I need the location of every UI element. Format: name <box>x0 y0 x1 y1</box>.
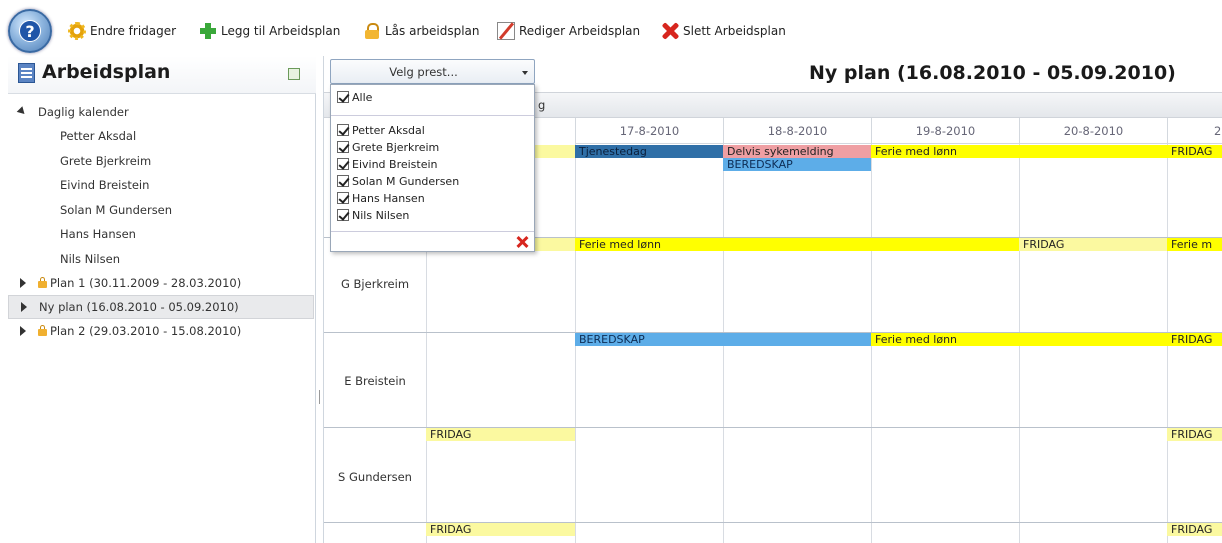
checkbox-priest[interactable]: Petter Aksdal <box>337 122 425 138</box>
event-bar[interactable]: Ferie med lønn <box>575 238 1019 251</box>
collapsed-arrow-icon[interactable] <box>20 278 26 288</box>
tree-label-daily-calendar: Daglig kalender <box>38 105 129 119</box>
checkbox-label: Solan M Gundersen <box>352 174 460 188</box>
delete-workplan-label: Slett Arbeidsplan <box>683 24 786 38</box>
tree-item-plan-1[interactable]: Plan 1 (30.11.2009 - 28.03.2010) <box>8 272 308 294</box>
event-bar[interactable]: Ferie med lønn <box>871 145 1167 158</box>
close-icon[interactable] <box>515 235 529 249</box>
sidebar-header: Arbeidsplan <box>8 56 316 94</box>
event-bar[interactable]: FRIDAG <box>1167 145 1222 158</box>
checkbox[interactable] <box>337 175 349 187</box>
checkbox[interactable] <box>337 192 349 204</box>
checkbox-priest[interactable]: Hans Hansen <box>337 190 425 206</box>
tree-item-person[interactable]: Petter Aksdal <box>60 125 136 147</box>
collapsed-arrow-icon[interactable] <box>21 302 27 312</box>
checkbox-label: Eivind Breistein <box>352 157 438 171</box>
tree-item-person[interactable]: Eivind Breistein <box>60 174 149 196</box>
event-bar[interactable]: Ferie med lønn <box>871 333 1167 346</box>
tree-label-plan-1: Plan 1 (30.11.2009 - 28.03.2010) <box>50 276 242 290</box>
sidebar: Arbeidsplan Daglig kalender Petter Aksda… <box>8 56 316 543</box>
plan-title: Ny plan (16.08.2010 - 05.09.2010) <box>809 62 1176 84</box>
lock-workplan-label: Lås arbeidsplan <box>385 24 480 38</box>
checkbox[interactable] <box>337 141 349 153</box>
checkbox[interactable] <box>337 124 349 136</box>
priest-select-value: Velg prest... <box>389 65 458 79</box>
lock-workplan-button[interactable]: Lås arbeidsplan <box>363 21 480 41</box>
help-button[interactable]: ? <box>8 9 52 53</box>
tree-item-person[interactable]: Grete Bjerkreim <box>60 150 151 172</box>
checkbox-priest[interactable]: Solan M Gundersen <box>337 173 459 189</box>
add-workplan-button[interactable]: Legg til Arbeidsplan <box>199 21 340 41</box>
event-bar[interactable]: FRIDAG <box>1167 333 1222 346</box>
plus-icon <box>199 22 217 40</box>
day-header: 17-8-2010 <box>575 118 723 144</box>
event-bar[interactable]: FRIDAG <box>426 523 575 536</box>
change-days-off-button[interactable]: Endre fridager <box>68 21 176 41</box>
calendar-icon <box>18 63 35 83</box>
band-text: g <box>538 98 546 112</box>
tree-item-person[interactable]: Nils Nilsen <box>60 248 120 270</box>
tree-item-person[interactable]: Solan M Gundersen <box>60 199 172 221</box>
event-bar[interactable]: FRIDAG <box>1167 523 1222 536</box>
event-bar[interactable]: FRIDAG <box>1019 238 1167 251</box>
priest-dropdown: Alle Petter Aksdal Grete Bjerkreim Eivin… <box>330 84 535 252</box>
day-header: 2 <box>1167 118 1222 144</box>
checkbox-priest[interactable]: Eivind Breistein <box>337 156 438 172</box>
splitter-handle[interactable] <box>319 390 320 404</box>
tree-item-daily-calendar[interactable]: Daglig kalender <box>8 101 308 123</box>
edit-workplan-label: Rediger Arbeidsplan <box>519 24 641 38</box>
edit-workplan-button[interactable]: Rediger Arbeidsplan <box>497 21 640 41</box>
priest-select[interactable]: Velg prest... <box>330 59 535 84</box>
event-bar[interactable]: FRIDAG <box>1167 428 1222 441</box>
question-icon: ? <box>19 20 41 42</box>
checkbox-label: Petter Aksdal <box>352 123 425 137</box>
checkbox-priest[interactable]: Nils Nilsen <box>337 207 409 223</box>
checkbox-all[interactable]: Alle <box>337 89 372 105</box>
checkbox-label: Grete Bjerkreim <box>352 140 440 154</box>
lock-icon <box>38 325 47 336</box>
checkbox-priest[interactable]: Grete Bjerkreim <box>337 139 439 155</box>
row-label: S Gundersen <box>338 470 412 484</box>
delete-icon <box>661 22 679 40</box>
checkbox-label: Hans Hansen <box>352 191 425 205</box>
event-bar[interactable]: BEREDSKAP <box>575 333 871 346</box>
lock-icon <box>38 277 47 288</box>
tree-label-plan-2: Plan 2 (29.03.2010 - 15.08.2010) <box>50 324 242 338</box>
row-label: E Breistein <box>344 374 406 388</box>
tree-label-new-plan: Ny plan (16.08.2010 - 05.09.2010) <box>39 300 239 314</box>
event-bar[interactable]: BEREDSKAP <box>723 158 871 171</box>
day-header: 20-8-2010 <box>1019 118 1167 144</box>
tree-item-person[interactable]: Hans Hansen <box>60 223 136 245</box>
checkbox[interactable] <box>337 158 349 170</box>
add-workplan-label: Legg til Arbeidsplan <box>221 24 341 38</box>
collapsed-arrow-icon[interactable] <box>20 326 26 336</box>
day-header: 18-8-2010 <box>723 118 871 144</box>
change-days-off-label: Endre fridager <box>90 24 177 38</box>
checkbox-label: Alle <box>352 90 373 104</box>
event-bar[interactable]: Delvis sykemelding <box>723 145 871 158</box>
tree-item-plan-2[interactable]: Plan 2 (29.03.2010 - 15.08.2010) <box>8 320 308 342</box>
checkbox-label: Nils Nilsen <box>352 208 410 222</box>
delete-workplan-button[interactable]: Slett Arbeidsplan <box>661 21 786 41</box>
lock-icon <box>363 22 381 40</box>
gear-icon <box>68 22 86 40</box>
sidebar-title: Arbeidsplan <box>42 61 171 83</box>
refresh-icon[interactable] <box>288 68 300 80</box>
chevron-down-icon <box>522 71 528 75</box>
event-bar[interactable]: Ferie m <box>1167 238 1222 251</box>
toolbar: ? Endre fridager Legg til Arbeidsplan Lå… <box>0 0 1222 56</box>
event-bar[interactable]: FRIDAG <box>426 428 575 441</box>
row-label: G Bjerkreim <box>340 277 410 291</box>
edit-icon <box>497 22 515 40</box>
expanded-arrow-icon[interactable] <box>16 106 28 117</box>
tree-item-new-plan[interactable]: Ny plan (16.08.2010 - 05.09.2010) <box>8 295 314 319</box>
checkbox[interactable] <box>337 209 349 221</box>
event-bar[interactable]: Tjenestedag <box>575 145 723 158</box>
checkbox[interactable] <box>337 91 349 103</box>
day-header: 19-8-2010 <box>871 118 1019 144</box>
